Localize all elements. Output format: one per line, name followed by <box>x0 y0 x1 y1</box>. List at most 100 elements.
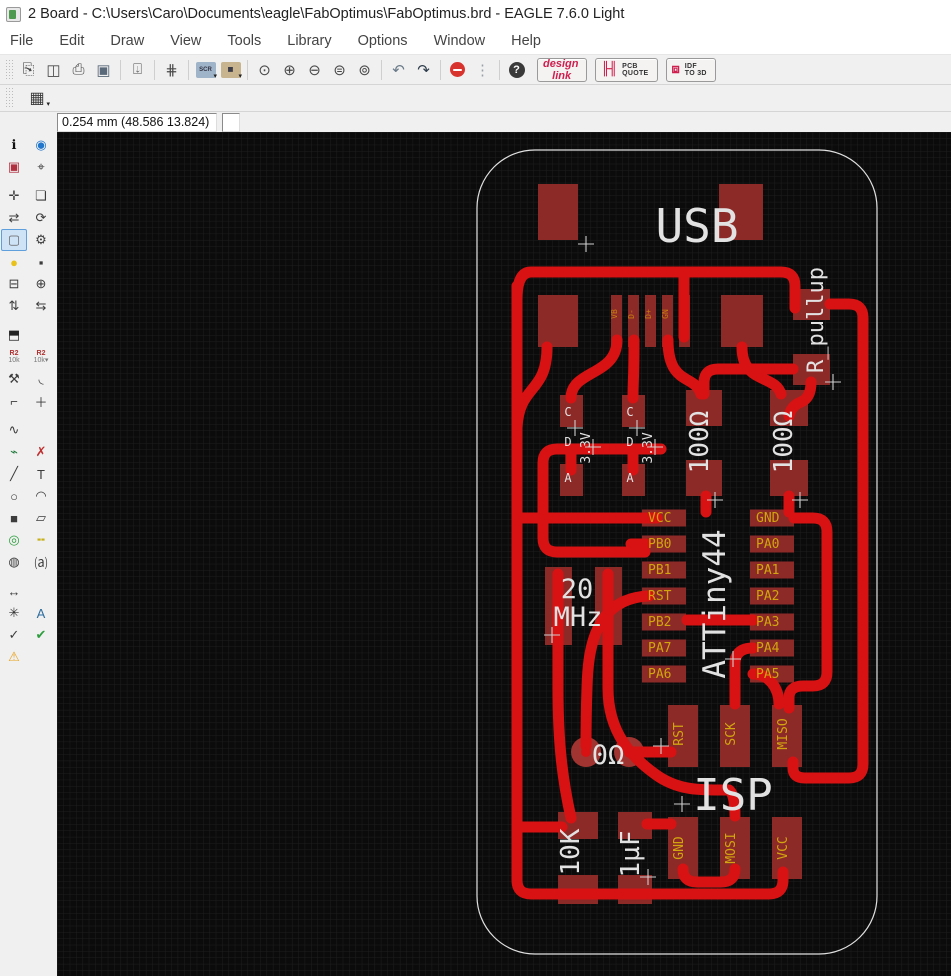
diode-name-d: D <box>626 435 633 449</box>
smash-tool[interactable]: ⚒ <box>1 368 27 390</box>
info-tool[interactable]: ℹ <box>1 134 27 156</box>
isp-pin-miso: MISO <box>776 718 791 749</box>
zoom-fit-icon[interactable]: ⊙ <box>252 58 277 82</box>
coordinate-readout: 0.254 mm (48.586 13.824) <box>57 112 217 132</box>
print-icon[interactable]: ⎙ <box>66 58 91 82</box>
pcb-quote-button[interactable]: ╟╢ PCB QUOTE <box>595 57 658 82</box>
toolbar-separator <box>120 59 121 80</box>
isp-pin-mosi: MOSI <box>724 832 739 863</box>
polygon-tool[interactable]: ▱ <box>28 507 54 529</box>
menu-draw[interactable]: Draw <box>110 33 144 49</box>
circle-tool[interactable]: ○ <box>1 485 27 507</box>
blank3[interactable] <box>28 580 54 602</box>
show-tool[interactable]: ◉ <box>28 134 54 156</box>
miter-tool[interactable]: ◟ <box>28 368 54 390</box>
app-icon <box>6 6 21 22</box>
mark-tool[interactable]: ⌖ <box>28 156 54 178</box>
pad[interactable] <box>538 295 578 347</box>
pad[interactable] <box>538 184 578 240</box>
pinswap-tool[interactable]: ⇅ <box>1 295 27 317</box>
optimize-tool[interactable]: ＋ <box>28 390 54 412</box>
replace-tool[interactable]: ⇆ <box>28 295 54 317</box>
zoom-in-icon[interactable]: ⊕ <box>277 58 302 82</box>
menu-library[interactable]: Library <box>287 33 331 49</box>
export-image-icon[interactable]: ▣ <box>91 58 116 82</box>
cut-tool[interactable]: ● <box>1 251 27 273</box>
autoroute-tool[interactable]: A <box>28 602 54 624</box>
value-tool[interactable]: R2 10k▾ <box>28 346 54 368</box>
coordinate-bar: 0.254 mm (48.586 13.824) <box>0 112 951 132</box>
mirror-tool[interactable]: ⇄ <box>1 207 27 229</box>
add-tool[interactable]: ⊕ <box>28 273 54 295</box>
run-script-badge[interactable]: SCR ▾ <box>193 58 218 82</box>
save-icon[interactable]: ◫ <box>41 58 66 82</box>
delete-tool[interactable]: ⊟ <box>1 273 27 295</box>
paste-tool[interactable]: ▪ <box>28 251 54 273</box>
hole-tool[interactable]: ◍ <box>1 551 27 573</box>
menu-tools[interactable]: Tools <box>227 33 261 49</box>
menu-options[interactable]: Options <box>358 33 408 49</box>
diode-pin-a: A <box>626 471 634 485</box>
menu-help[interactable]: Help <box>511 33 541 49</box>
menu-window[interactable]: Window <box>434 33 486 49</box>
toolbar-separator <box>247 59 248 80</box>
name-tool[interactable]: R2 10k <box>1 346 27 368</box>
rect-tool[interactable]: ■ <box>1 507 27 529</box>
label-100ohm: 100Ω <box>769 411 799 474</box>
zoom-redraw-icon[interactable]: ⊚ <box>352 58 377 82</box>
blank[interactable] <box>28 324 54 346</box>
lock-tool[interactable]: ⬒ <box>1 324 27 346</box>
arc-tool[interactable]: ◠ <box>28 485 54 507</box>
pad[interactable] <box>645 295 656 347</box>
layer-settings-badge[interactable]: ▦ ▾ <box>218 58 243 82</box>
toolbar-grip[interactable] <box>5 87 13 109</box>
meander-tool[interactable]: ∿ <box>1 419 27 441</box>
board-canvas[interactable]: USB ISP ATTiny44 20 MHz R_pullup 100Ω 100Ω 0Ω 10K… <box>57 132 951 976</box>
errors-tool[interactable]: ⚠ <box>1 646 27 668</box>
erc-tool[interactable]: ✓ <box>1 624 27 646</box>
change-tool[interactable]: ⚙ <box>28 229 54 251</box>
dimension-tool[interactable]: ↔ <box>1 580 27 602</box>
display-layers-tool[interactable]: ▣ <box>1 156 27 178</box>
cam-processor-icon[interactable]: ⍗ <box>125 58 150 82</box>
wire-tool[interactable]: ╱ <box>1 463 27 485</box>
zoom-out-icon[interactable]: ⊖ <box>302 58 327 82</box>
stop-icon[interactable] <box>445 58 470 82</box>
go-icon[interactable]: ⋮ <box>470 58 495 82</box>
drc-tool[interactable]: ✔ <box>28 624 54 646</box>
via-tool[interactable]: ◎ <box>1 529 27 551</box>
move-tool[interactable]: ✛ <box>1 185 27 207</box>
text-tool[interactable]: T <box>28 463 54 485</box>
canvas-grid <box>57 132 951 976</box>
idf-to-3d-button[interactable]: ⧈ IDF TO 3D <box>665 57 716 82</box>
attribute-tool[interactable]: ⒜ <box>28 551 54 573</box>
rotate-tool[interactable]: ⟳ <box>28 207 54 229</box>
pin-label-pa6: PA6 <box>648 667 671 682</box>
open-icon[interactable]: ⎘ <box>16 58 41 82</box>
split-tool[interactable]: ⌐ <box>1 390 27 412</box>
undo-icon[interactable]: ↶ <box>386 58 411 82</box>
toolbar-grip[interactable] <box>5 58 13 81</box>
board-drawing[interactable]: USB ISP ATTiny44 20MHz R_pullup 100Ω 100Ω 0Ω 10K… <box>57 132 951 976</box>
toolbar-separator <box>440 59 441 80</box>
menu-edit[interactable]: Edit <box>59 33 84 49</box>
menu-view[interactable]: View <box>170 33 201 49</box>
help-icon[interactable]: ? <box>504 58 529 82</box>
redo-icon[interactable]: ↷ <box>411 58 436 82</box>
pad[interactable] <box>721 295 763 347</box>
command-input[interactable] <box>222 112 240 132</box>
grid-settings-button[interactable]: ▦ ▾ <box>24 87 50 109</box>
blank2[interactable] <box>28 419 54 441</box>
zoom-select-icon[interactable]: ⊜ <box>327 58 352 82</box>
ripup-tool[interactable]: ✗ <box>28 441 54 463</box>
copper-trace[interactable] <box>627 334 640 404</box>
signal-tool[interactable]: ╍ <box>28 529 54 551</box>
copy-tool[interactable]: ❏ <box>28 185 54 207</box>
route-tool[interactable]: ⌁ <box>1 441 27 463</box>
group-tool[interactable]: ▢ <box>1 229 27 251</box>
pin-label-rst: RST <box>648 589 672 604</box>
menu-file[interactable]: File <box>10 33 33 49</box>
design-link-button[interactable]: design link <box>537 57 588 82</box>
board-schematic-icon[interactable]: ⋕ <box>159 58 184 82</box>
ratsnest-tool[interactable]: ✳ <box>1 602 27 624</box>
